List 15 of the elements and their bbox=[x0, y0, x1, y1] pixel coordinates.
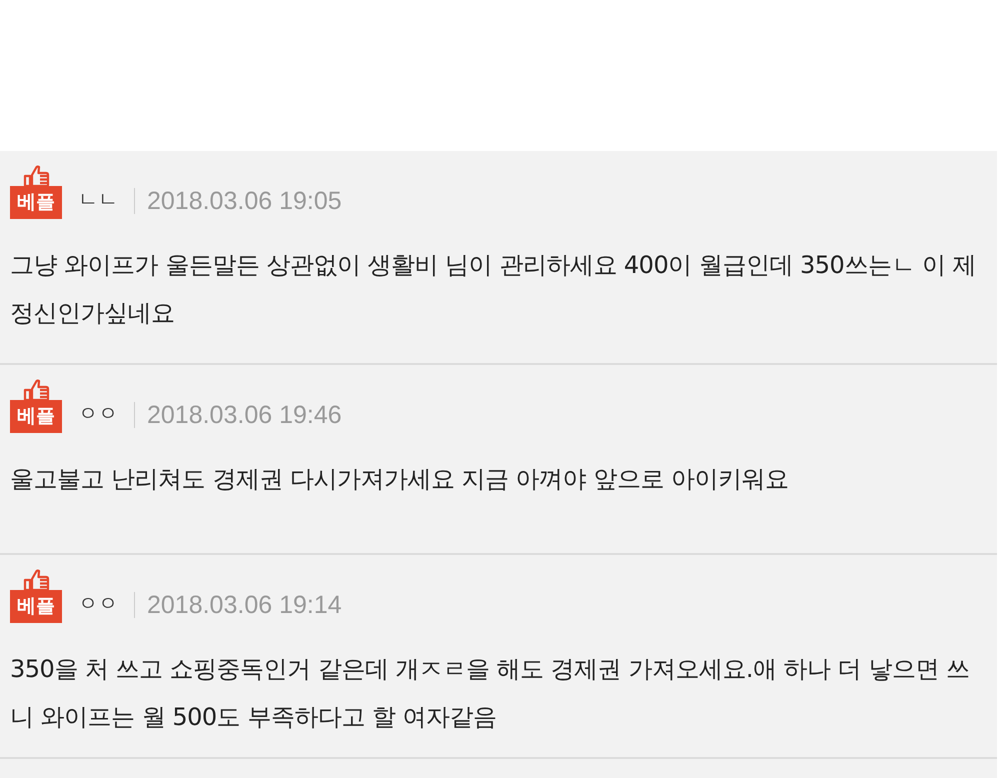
thumbs-up-icon bbox=[21, 569, 51, 591]
comment-author: ㅇㅇ bbox=[78, 590, 118, 617]
comment-date: 2018.03.06 19:05 bbox=[147, 187, 342, 217]
thumbs-up-icon bbox=[21, 379, 51, 401]
comment-text: 울고불고 난리쳐도 경제권 다시가져가세요 지금 아껴야 앞으로 아이키워요 bbox=[10, 464, 790, 495]
best-comment-badge: 베플 bbox=[10, 590, 62, 623]
best-comment-badge: 베플 bbox=[10, 400, 62, 433]
comment-author: ㄴㄴ bbox=[78, 186, 118, 213]
comment-text: 그냥 와이프가 울든말든 상관없이 생활비 님이 관리하세요 400이 월급인데 350쓰는ㄴ 이 제정신인가싶네요 bbox=[10, 250, 978, 329]
best-comment-badge: 베플 bbox=[10, 186, 62, 219]
comment-date: 2018.03.06 19:46 bbox=[147, 401, 342, 431]
comment-text: 350을 처 쓰고 쇼핑중독인거 같은데 개ㅈㄹ을 해도 경제권 가져오세요.애 하나 더 낳으면 쓰니 와이프는 월 500도 부족하다고 할 여자같음 bbox=[10, 654, 970, 733]
comment-date: 2018.03.06 19:14 bbox=[147, 591, 342, 621]
thumbs-up-icon bbox=[21, 165, 51, 187]
comment-author: ㅇㅇ bbox=[78, 400, 118, 427]
